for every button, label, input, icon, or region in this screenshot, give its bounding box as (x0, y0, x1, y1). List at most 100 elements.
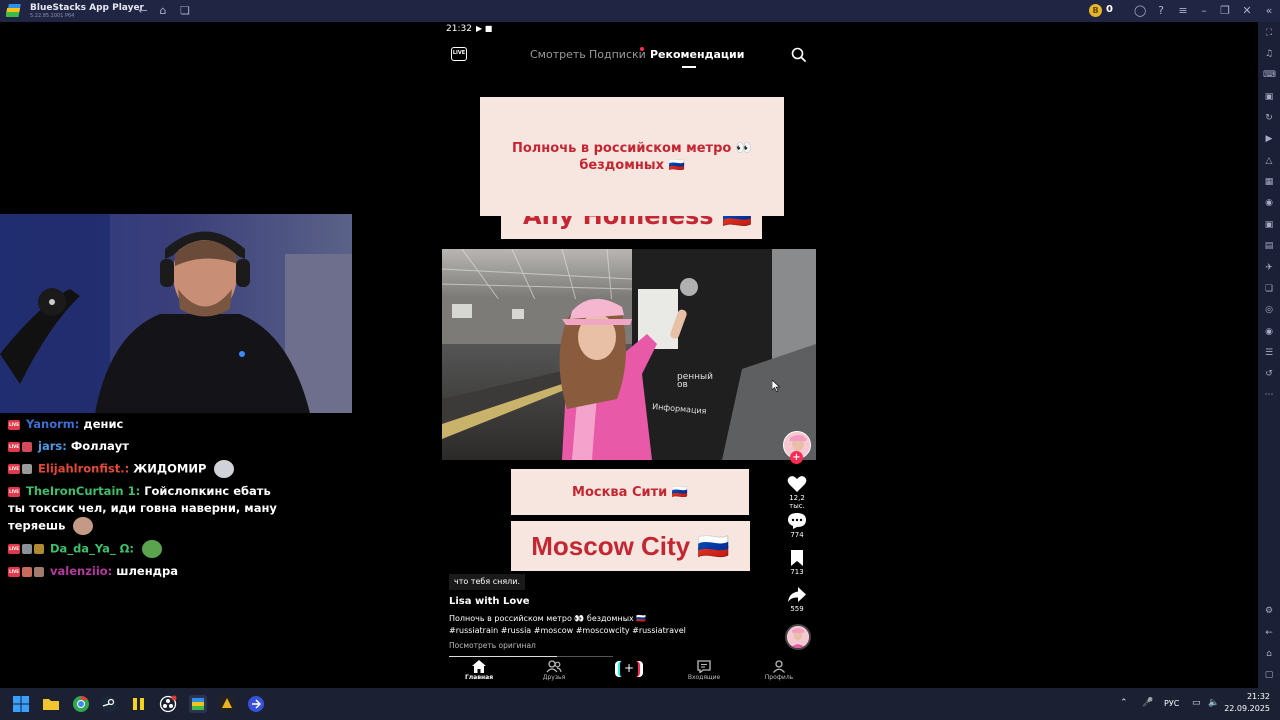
obs-icon[interactable] (159, 695, 177, 713)
notification-dot (640, 47, 644, 51)
subtitle-chip: что тебя сняли. (449, 574, 525, 590)
speaker-icon[interactable]: 🔈 (1208, 698, 1219, 708)
chat-username: valenziio: (50, 564, 113, 578)
video-hashtags[interactable]: #russiatrain #russia #moscow #moscowcity… (449, 626, 686, 635)
fullscreen-icon[interactable]: ⛶ (1263, 27, 1275, 39)
chat-message: LIVE Elijahlronfist.: ЖИДОМИР (8, 460, 278, 478)
multi-instance-icon[interactable]: ❏ (1263, 283, 1275, 295)
home-icon[interactable]: ⌂ (157, 5, 169, 17)
sync-icon[interactable]: ↺ (1263, 368, 1275, 380)
live-badge-icon: LIVE (8, 464, 20, 474)
app-icon-yellow[interactable] (130, 695, 148, 713)
bluestacks-taskbar-icon[interactable] (189, 695, 207, 713)
follow-button[interactable]: + (790, 451, 803, 464)
rotate-icon[interactable]: ↻ (1263, 112, 1275, 124)
app-title: BlueStacks App Player (30, 3, 144, 13)
close-icon[interactable]: ✕ (1241, 5, 1253, 17)
restore-icon[interactable]: ❐ (1219, 5, 1231, 17)
network-icon[interactable]: ▭ (1192, 698, 1201, 708)
chat-username: Da_da_Ya_ Ω: (50, 541, 134, 556)
sign-text-2: ов (677, 380, 688, 390)
active-tab-indicator (682, 66, 696, 68)
share-icon (788, 587, 806, 602)
multi-instance-icon[interactable]: ❏ (179, 5, 191, 17)
title-bar: BlueStacks App Player 5.22.85.1001 P64 ←… (0, 0, 1280, 22)
media-folder-icon[interactable]: ▤ (1263, 240, 1275, 252)
tab-recommendations[interactable]: Рекомендации (650, 48, 744, 61)
help-icon[interactable]: ? (1155, 5, 1167, 17)
video-progress-fill (449, 656, 557, 657)
inbox-icon (697, 660, 711, 673)
video-frame[interactable]: ренный ов Информация (442, 249, 816, 460)
install-apk-icon[interactable]: △ (1263, 155, 1275, 167)
keyboard-language[interactable]: РУС (1164, 699, 1179, 708)
stream-chat: LIVE Yanorm: денис LIVE jars: Фоллаут LI… (8, 416, 278, 585)
live-icon[interactable]: LIVE (451, 47, 467, 61)
see-original-link[interactable]: Посмотреть оригинал (449, 641, 536, 650)
location-icon[interactable]: ◉ (1263, 326, 1275, 338)
save-button[interactable]: 713 (785, 549, 809, 576)
chat-message: LIVE valenziio: шлендра (8, 563, 278, 580)
layers-icon[interactable]: ☰ (1263, 347, 1275, 359)
volume-icon[interactable]: ♫ (1263, 48, 1275, 60)
account-icon[interactable]: ◯ (1134, 5, 1146, 17)
search-icon[interactable] (791, 47, 806, 62)
chat-text: Фоллаут (70, 439, 129, 453)
nav-friends[interactable]: Друзья (534, 660, 574, 681)
record-icon[interactable]: ▣ (1263, 219, 1275, 231)
microphone-icon[interactable]: 🎤 (1142, 698, 1153, 708)
chat-username: Elijahlronfist.: (38, 461, 130, 476)
android-home-icon[interactable]: ⌂ (1263, 648, 1275, 660)
settings-icon[interactable]: ⚙ (1263, 605, 1275, 617)
windows-start-icon[interactable] (12, 695, 30, 713)
screenshot-icon[interactable]: ◉ (1263, 197, 1275, 209)
tray-overflow-icon[interactable]: ⌃ (1120, 698, 1128, 708)
create-plus[interactable]: + (618, 661, 640, 677)
nav-home[interactable]: Главная (459, 660, 499, 681)
nav-inbox[interactable]: Входящие (684, 660, 724, 681)
collapse-sidebar-icon[interactable]: « (1263, 5, 1275, 17)
caption-card-moscow-ru: Москва Сити 🇷🇺 (511, 469, 749, 515)
live-badge-icon: LIVE (8, 544, 20, 554)
tab-watch[interactable]: Смотреть (530, 48, 586, 61)
comment-button[interactable]: 774 (785, 512, 809, 539)
back-icon[interactable]: ← (137, 5, 149, 17)
sub-badge-icon (34, 544, 44, 554)
menu-icon[interactable]: ≡ (1177, 5, 1189, 17)
bluestacks-logo-icon (6, 4, 21, 17)
sub-badge-icon (22, 441, 32, 452)
like-button[interactable]: 12,2 тыс. (785, 475, 809, 510)
comment-icon (788, 513, 806, 529)
file-explorer-icon[interactable] (42, 695, 60, 713)
steam-icon[interactable] (100, 695, 118, 713)
home-icon (472, 660, 486, 673)
more-icon[interactable]: ⋯ (1263, 389, 1275, 401)
game-controls-icon[interactable]: ▣ (1263, 91, 1275, 103)
coin-icon[interactable]: B (1089, 4, 1102, 17)
live-badge-icon: LIVE (8, 419, 20, 430)
eco-mode-icon[interactable]: ◎ (1263, 304, 1275, 316)
author-name[interactable]: Lisa with Love (449, 596, 530, 607)
performance-icon[interactable]: ▦ (1263, 176, 1275, 188)
emote-icon (214, 460, 235, 478)
keyboard-controls-icon[interactable]: ⌨ (1263, 69, 1276, 81)
clock-time[interactable]: 21:32 (1240, 692, 1270, 701)
macro-icon[interactable]: ▶ (1263, 133, 1275, 145)
sub-badge-icon (22, 464, 32, 474)
bookmark-icon (791, 550, 803, 566)
chrome-icon[interactable] (72, 695, 90, 713)
sound-avatar[interactable] (785, 624, 811, 650)
nav-profile[interactable]: Профиль (759, 660, 799, 681)
tab-subscriptions[interactable]: Подписки (589, 48, 646, 61)
android-back-icon[interactable]: ← (1263, 627, 1275, 639)
live-badge-icon: LIVE (8, 486, 20, 497)
clock-date[interactable]: 22.09.2025 (1224, 704, 1270, 713)
coin-count: 0 (1106, 4, 1113, 15)
app-icon-blue[interactable] (247, 695, 265, 713)
android-recents-icon[interactable]: ▢ (1263, 669, 1275, 681)
app-icon-dark[interactable] (218, 695, 236, 713)
airplane-icon[interactable]: ✈ (1263, 262, 1275, 274)
share-button[interactable]: 559 (785, 586, 809, 613)
minimize-icon[interactable]: – (1198, 5, 1210, 17)
sub-badge-icon (34, 566, 44, 577)
